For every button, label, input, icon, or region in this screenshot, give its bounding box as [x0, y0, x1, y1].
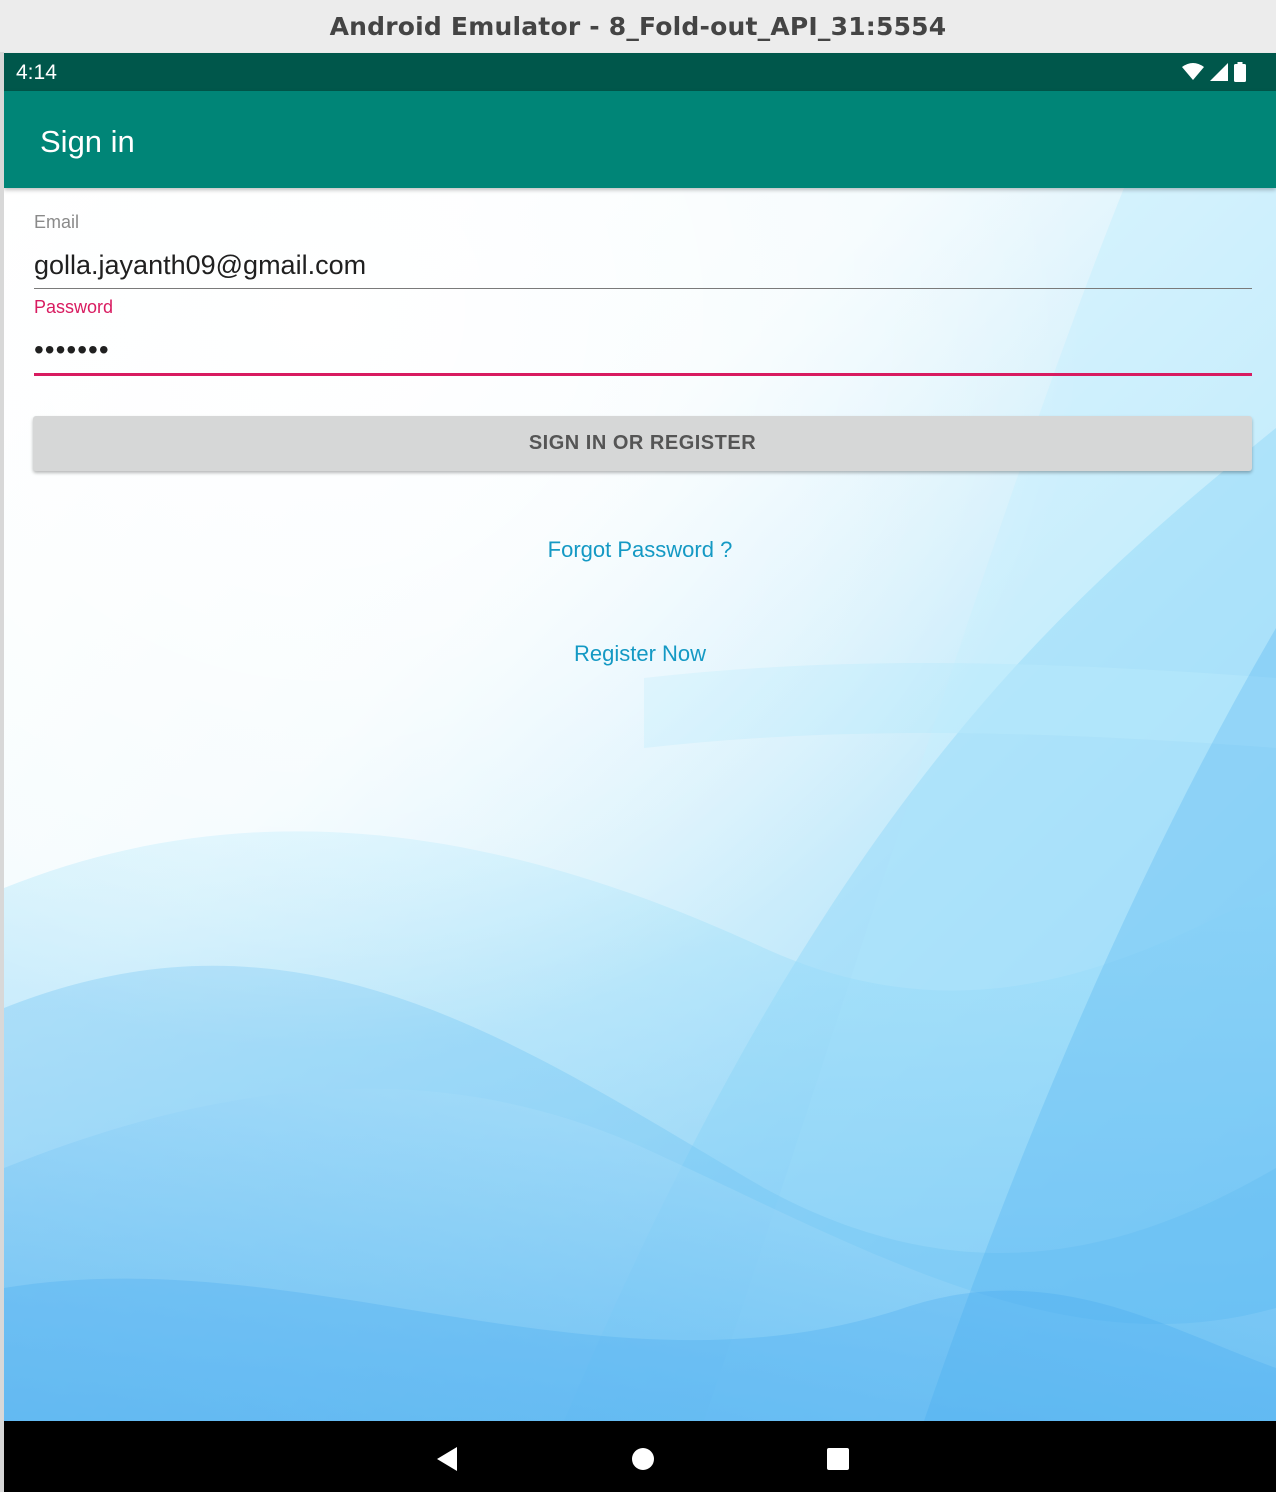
status-bar: 4:14 [4, 53, 1276, 91]
recents-icon[interactable] [818, 1439, 858, 1479]
back-icon[interactable] [427, 1439, 467, 1479]
signal-icon [1210, 63, 1228, 86]
email-input[interactable]: golla.jayanth09@gmail.com [34, 248, 1252, 282]
password-label: Password [34, 297, 114, 317]
forgot-password-link[interactable]: Forgot Password ? [4, 537, 1276, 563]
sign-in-or-register-button[interactable]: SIGN IN OR REGISTER [33, 416, 1252, 471]
password-underline [34, 373, 1252, 376]
battery-icon [1234, 62, 1246, 87]
password-field[interactable]: Password ••••••• [34, 297, 1252, 376]
app-bar: Sign in [4, 91, 1276, 188]
home-icon[interactable] [623, 1439, 663, 1479]
email-field[interactable]: Email golla.jayanth09@gmail.com [34, 212, 1252, 289]
main-content: Email golla.jayanth09@gmail.com Password… [4, 188, 1276, 1421]
password-input[interactable]: ••••••• [34, 333, 1252, 367]
email-underline [34, 288, 1252, 289]
navigation-bar [4, 1421, 1276, 1492]
window-titlebar: Android Emulator - 8_Fold-out_API_31:555… [0, 0, 1276, 52]
register-now-link[interactable]: Register Now [4, 641, 1276, 667]
page-title: Sign in [40, 124, 135, 159]
status-time: 4:14 [16, 61, 57, 84]
status-icons [1182, 62, 1246, 87]
email-label: Email [34, 212, 80, 232]
wifi-icon [1182, 63, 1204, 86]
window-title: Android Emulator - 8_Fold-out_API_31:555… [329, 11, 947, 41]
device-screen: 4:14 Sign in Email golla.jayanth09@gmail… [4, 53, 1276, 1492]
